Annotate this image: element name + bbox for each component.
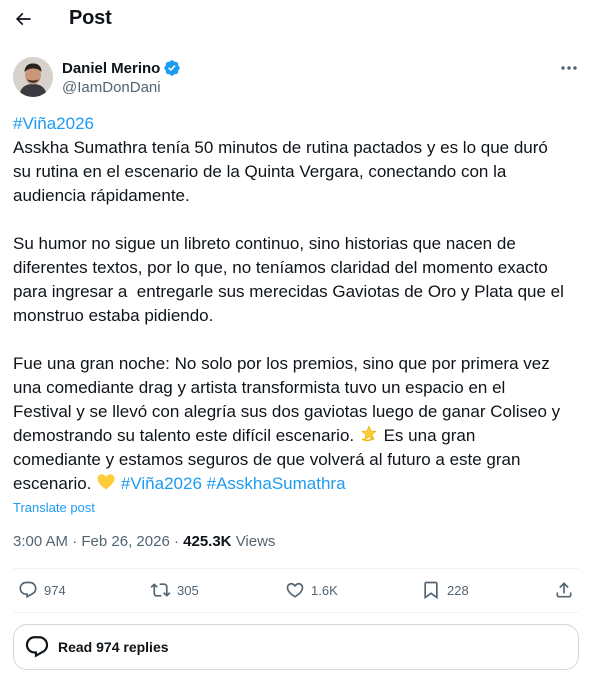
more-horizontal-icon bbox=[561, 66, 577, 70]
reply-count: 974 bbox=[44, 582, 66, 598]
translate-post-link[interactable]: Translate post bbox=[13, 500, 95, 515]
post-time[interactable]: 3:00 AM bbox=[13, 533, 68, 550]
arrow-left-icon bbox=[15, 12, 31, 26]
read-replies-label: Read 974 replies bbox=[58, 639, 169, 655]
tweet-line: comediante y estamos seguros de que volv… bbox=[13, 450, 521, 469]
views-count: 425.3K bbox=[183, 533, 232, 550]
views-label: Views bbox=[235, 533, 276, 550]
hashtag-link[interactable]: #Viña2026 bbox=[13, 114, 94, 133]
reply-icon bbox=[25, 636, 49, 658]
tweet-line: una comediante drag y artista transformi… bbox=[13, 378, 506, 397]
author-name[interactable]: Daniel Merino bbox=[62, 60, 160, 77]
meta-separator: · bbox=[173, 533, 179, 550]
tweet-line: para ingresar a entregarle sus merecidas… bbox=[13, 282, 564, 301]
tweet-line: Asskha Sumathra tenía 50 minutos de ruti… bbox=[13, 138, 548, 157]
avatar-image bbox=[13, 57, 53, 97]
heart-icon bbox=[286, 582, 304, 598]
like-button[interactable]: 1.6K bbox=[285, 580, 338, 600]
author-handle[interactable]: @IamDonDani bbox=[62, 79, 161, 96]
author-name-row[interactable]: Daniel Merino bbox=[62, 59, 181, 77]
bookmark-button[interactable]: 228 bbox=[421, 580, 469, 600]
share-button[interactable] bbox=[554, 580, 574, 600]
repost-icon bbox=[150, 583, 171, 597]
post-date[interactable]: Feb 26, 2026 bbox=[81, 533, 169, 550]
avatar[interactable] bbox=[13, 57, 53, 97]
repost-button[interactable]: 305 bbox=[150, 580, 199, 600]
action-bar: 974 305 1.6K 228 bbox=[0, 574, 592, 612]
repost-count: 305 bbox=[177, 582, 199, 598]
divider bbox=[13, 612, 579, 613]
read-replies-button[interactable]: Read 974 replies bbox=[13, 624, 579, 670]
hashtag-link[interactable]: #Viña2026 bbox=[121, 474, 202, 493]
tweet-line: escenario. #Viña2026 #AsskhaSumathra bbox=[13, 472, 573, 496]
tweet-text-span: Es una gran bbox=[378, 426, 476, 445]
hashtag-link[interactable]: #AsskhaSumathra bbox=[207, 474, 346, 493]
back-button[interactable] bbox=[8, 4, 38, 34]
tweet-line: Su humor no sigue un libreto continuo, s… bbox=[13, 234, 516, 253]
share-icon bbox=[556, 582, 572, 598]
tweet-line: Fue una gran noche: No solo por los prem… bbox=[13, 354, 550, 373]
post-header: Post bbox=[0, 0, 592, 40]
page-title: Post bbox=[69, 7, 112, 29]
reply-button[interactable]: 974 bbox=[18, 580, 66, 600]
tweet-line: monstruo estaba pidiendo. bbox=[13, 306, 214, 325]
bookmark-count: 228 bbox=[447, 582, 469, 598]
verified-badge-icon bbox=[164, 60, 181, 76]
dizzy-star-emoji-icon bbox=[361, 425, 377, 442]
divider bbox=[13, 568, 579, 569]
tweet-text-span: escenario. bbox=[13, 474, 92, 493]
tweet-text-span: demostrando su talento este difícil esce… bbox=[13, 426, 355, 445]
like-count: 1.6K bbox=[311, 582, 338, 598]
post-meta: 3:00 AM · Feb 26, 2026 · 425.3K Views bbox=[13, 533, 275, 550]
yellow-heart-emoji-icon bbox=[97, 474, 115, 490]
tweet-line: audiencia rápidamente. bbox=[13, 186, 190, 205]
tweet-line: diferentes textos, por lo que, no teníam… bbox=[13, 258, 548, 277]
tweet-line: su rutina en el escenario de la Quinta V… bbox=[13, 162, 507, 181]
tweet-line: Festival y se llevó con alegría sus dos … bbox=[13, 402, 561, 421]
more-options-button[interactable] bbox=[556, 58, 582, 78]
tweet-line: demostrando su talento este difícil esce… bbox=[13, 424, 573, 448]
meta-separator: · bbox=[72, 533, 78, 550]
reply-icon bbox=[19, 581, 37, 599]
bookmark-icon bbox=[424, 581, 438, 600]
tweet-text: #Viña2026 Asskha Sumathra tenía 50 minut… bbox=[13, 112, 573, 496]
